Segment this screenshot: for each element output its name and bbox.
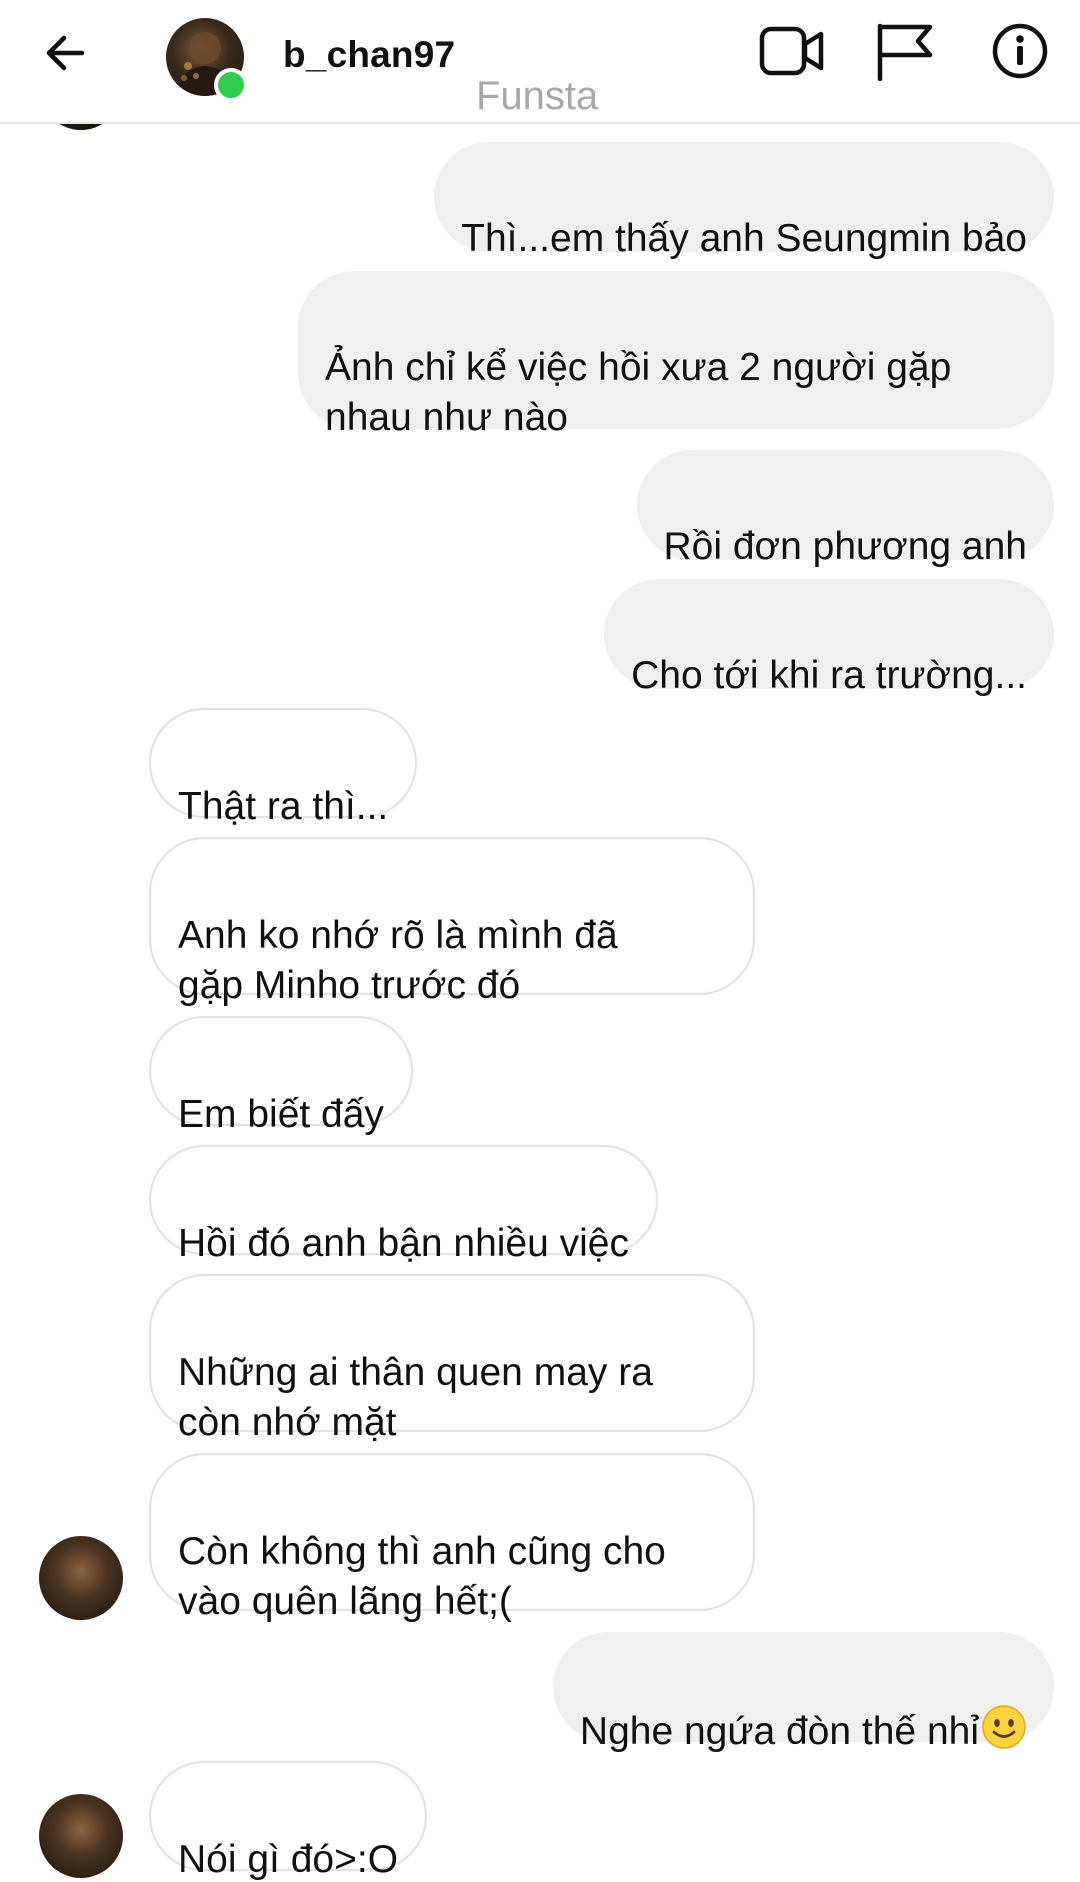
chat-username[interactable]: b_chan97 xyxy=(283,34,455,76)
message-bubble-incoming[interactable]: Những ai thân quen may ra còn nhớ mặt xyxy=(149,1274,755,1444)
message-text: Anh ko nhớ rõ là mình đã gặp Minho trước… xyxy=(178,914,618,1007)
online-status-dot xyxy=(214,68,248,102)
message-text: Rồi đơn phương anh xyxy=(663,525,1028,568)
message-bubble-outgoing[interactable]: Thì...em thấy anh Seungmin bảo xyxy=(434,142,1054,260)
message-text: Cho tới khi ra trường... xyxy=(631,654,1027,697)
chat-subtitle: Funsta xyxy=(476,74,599,118)
message-text: Còn không thì anh cũng cho vào quên lãng… xyxy=(178,1530,666,1623)
message-text: Ảnh chỉ kể việc hồi xưa 2 người gặp nhau… xyxy=(325,346,952,439)
report-button[interactable] xyxy=(864,18,944,88)
back-button[interactable] xyxy=(30,20,100,90)
avatar[interactable] xyxy=(39,1794,123,1878)
message-bubble-outgoing[interactable]: Rồi đơn phương anh xyxy=(636,450,1054,568)
message-text: Nghe ngứa đòn thế nhỉ xyxy=(579,1710,979,1753)
avatar[interactable] xyxy=(39,1536,123,1620)
message-text: Hồi đó anh bận nhiều việc xyxy=(178,1222,629,1265)
flag-icon xyxy=(872,21,936,86)
dm-screen: b_chan97 Funsta Thì...em thấy anh Seungm… xyxy=(0,0,1080,1882)
message-text: Những ai thân quen may ra còn nhớ mặt xyxy=(178,1351,653,1444)
message-bubble-incoming[interactable]: Nói gì đó>:O xyxy=(149,1761,428,1881)
message-text: Thật ra thì... xyxy=(178,785,389,828)
message-bubble-incoming[interactable]: Anh ko nhớ rõ là mình đã gặp Minho trước… xyxy=(149,837,755,1007)
message-bubble-outgoing[interactable]: Nghe ngứa đòn thế nhỉ xyxy=(552,1632,1054,1753)
message-bubble-outgoing[interactable]: Cho tới khi ra trường... xyxy=(604,579,1054,697)
message-text: Em biết đấy xyxy=(178,1093,384,1136)
message-text: Nói gì đó>:O xyxy=(178,1838,399,1881)
video-call-button[interactable] xyxy=(752,18,832,88)
header-divider xyxy=(0,122,1080,124)
arrow-left-icon xyxy=(40,28,90,83)
info-icon xyxy=(990,21,1050,86)
message-bubble-outgoing[interactable]: Ảnh chỉ kể việc hồi xưa 2 người gặp nhau… xyxy=(298,271,1054,439)
message-bubble-incoming[interactable]: Thật ra thì... xyxy=(149,708,418,828)
video-call-icon xyxy=(759,24,825,83)
message-bubble-incoming[interactable]: Còn không thì anh cũng cho vào quên lãng… xyxy=(149,1453,755,1623)
message-bubble-incoming[interactable]: Hồi đó anh bận nhiều việc xyxy=(149,1145,658,1265)
slightly-smiling-face-icon xyxy=(981,1704,1027,1763)
message-bubble-incoming[interactable]: Em biết đấy xyxy=(149,1016,413,1136)
info-button[interactable] xyxy=(980,18,1060,88)
message-text: Thì...em thấy anh Seungmin bảo xyxy=(461,217,1027,260)
